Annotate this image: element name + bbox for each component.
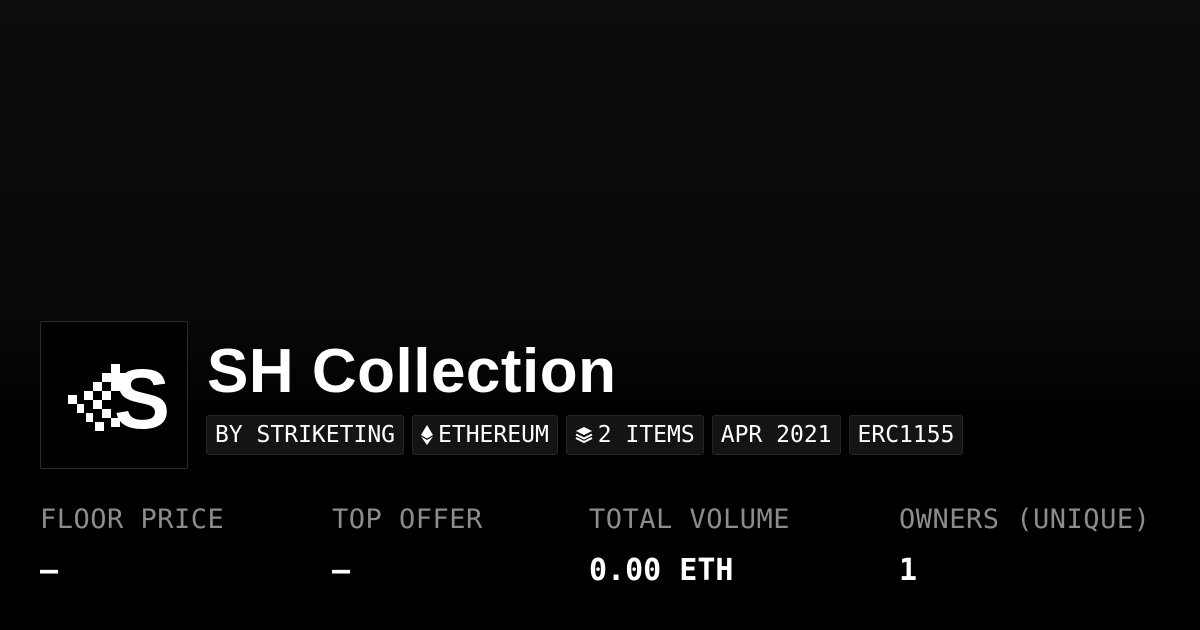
floor-price-stat: FLOOR PRICE – [40,500,224,592]
logo-letter: S [114,352,170,446]
logo-image: S [68,352,170,446]
total-volume-stat: TOTAL VOLUME 0.00 ETH [589,500,790,592]
layers-icon [575,426,593,444]
floor-price-label: FLOOR PRICE [40,504,225,535]
total-volume-value: 0.00 ETH [589,553,734,588]
top-offer-stat: TOP OFFER – [332,500,483,592]
owners-label: OWNERS (UNIQUE) [899,504,1151,535]
total-volume-label: TOTAL VOLUME [589,504,791,535]
items-tag: 2 ITEMS [565,415,704,455]
standard-label: ERC1155 [857,422,955,448]
chain-tag: ETHEREUM [412,415,558,455]
collection-title: SH Collection [207,337,617,406]
chain-label: ETHEREUM [438,422,549,448]
owners-value: 1 [899,553,918,588]
ethereum-icon [421,425,434,445]
collection-tags: BY STRIKETING ETHEREUM 2 ITEMS APR 2021 … [206,415,964,455]
owners-stat: OWNERS (UNIQUE) 1 [899,500,1150,592]
floor-price-value: – [40,553,59,588]
creator-tag[interactable]: BY STRIKETING [206,415,405,455]
standard-tag: ERC1155 [848,415,964,455]
date-label: APR 2021 [720,422,832,448]
top-offer-label: TOP OFFER [332,504,483,535]
date-tag: APR 2021 [711,415,841,455]
items-label: 2 ITEMS [597,422,695,448]
collection-logo: S [40,321,188,469]
creator-label: BY STRIKETING [215,422,396,448]
top-offer-value: – [332,553,351,588]
